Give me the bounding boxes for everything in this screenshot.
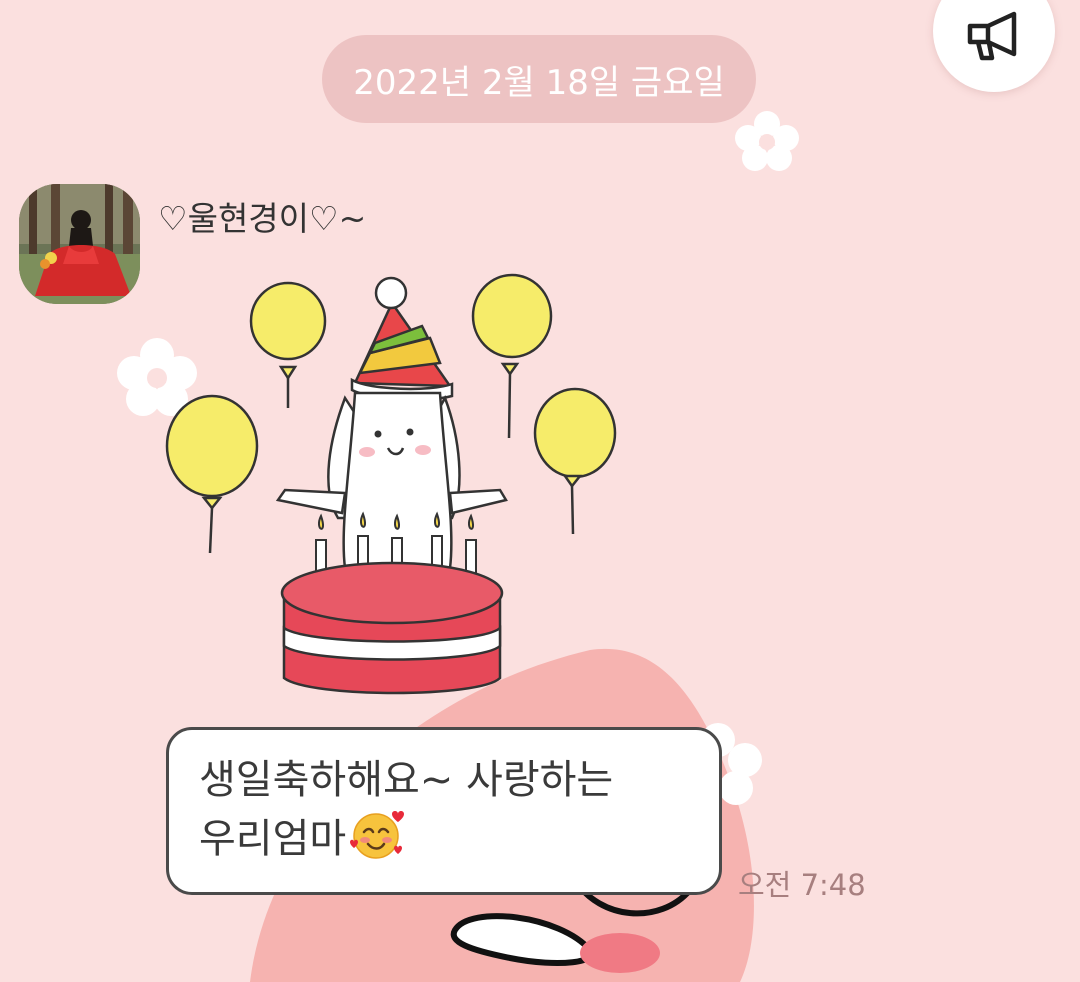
- message-text-line2: 우리엄마: [199, 816, 347, 862]
- message-text-line2-wrap: 우리엄마: [199, 808, 695, 875]
- message-timestamp: 오전 7:48: [738, 868, 866, 902]
- smiling-face-with-hearts-icon: [348, 808, 408, 875]
- date-label: 2022년 2월 18일 금요일: [353, 62, 725, 103]
- megaphone-icon: [967, 11, 1017, 61]
- flower-icon: [735, 111, 799, 171]
- message-text-line1: 생일축하해요~ 사랑하는: [199, 757, 614, 803]
- bunny-birthday-cake-sticker[interactable]: [160, 268, 630, 708]
- profile-photo: [19, 184, 140, 304]
- sender-name[interactable]: ♡울현경이♡~: [158, 192, 366, 240]
- sender-avatar[interactable]: [19, 184, 140, 304]
- message-bubble[interactable]: 생일축하해요~ 사랑하는 우리엄마: [166, 727, 722, 895]
- announcement-button[interactable]: [933, 0, 1055, 92]
- date-divider: 2022년 2월 18일 금요일: [322, 35, 756, 123]
